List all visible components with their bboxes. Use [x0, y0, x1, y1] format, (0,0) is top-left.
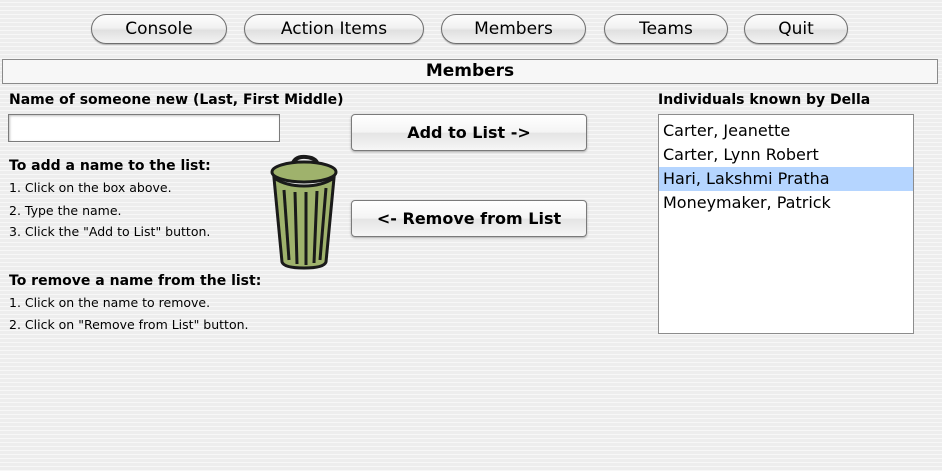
add-to-list-button[interactable]: Add to List -> — [351, 114, 587, 151]
add-step-2: 2. Type the name. — [9, 203, 122, 218]
members-button[interactable]: Members — [441, 14, 586, 44]
known-list-label: Individuals known by Della — [658, 92, 871, 108]
remove-instructions-heading: To remove a name from the list: — [9, 273, 262, 289]
add-step-1: 1. Click on the box above. — [9, 180, 172, 195]
new-name-input[interactable] — [8, 114, 280, 142]
list-item[interactable]: Hari, Lakshmi Pratha — [659, 167, 913, 191]
remove-step-2: 2. Click on "Remove from List" button. — [9, 317, 249, 332]
console-button[interactable]: Console — [91, 14, 227, 44]
list-item[interactable]: Carter, Lynn Robert — [659, 143, 913, 167]
action-items-button[interactable]: Action Items — [244, 14, 424, 44]
remove-from-list-button[interactable]: <- Remove from List — [351, 200, 587, 237]
new-name-label: Name of someone new (Last, First Middle) — [9, 92, 344, 108]
add-instructions-heading: To add a name to the list: — [9, 158, 211, 174]
trash-can-icon — [262, 152, 354, 272]
add-step-3: 3. Click the "Add to List" button. — [9, 224, 211, 239]
list-item[interactable]: Moneymaker, Patrick — [659, 191, 913, 215]
known-individuals-list[interactable]: Carter, Jeanette Carter, Lynn Robert Hari,… — [658, 114, 914, 334]
remove-step-1: 1. Click on the name to remove. — [9, 295, 211, 310]
list-item[interactable]: Carter, Jeanette — [659, 119, 913, 143]
teams-button[interactable]: Teams — [604, 14, 728, 44]
page-title: Members — [2, 59, 938, 84]
quit-button[interactable]: Quit — [744, 14, 848, 44]
